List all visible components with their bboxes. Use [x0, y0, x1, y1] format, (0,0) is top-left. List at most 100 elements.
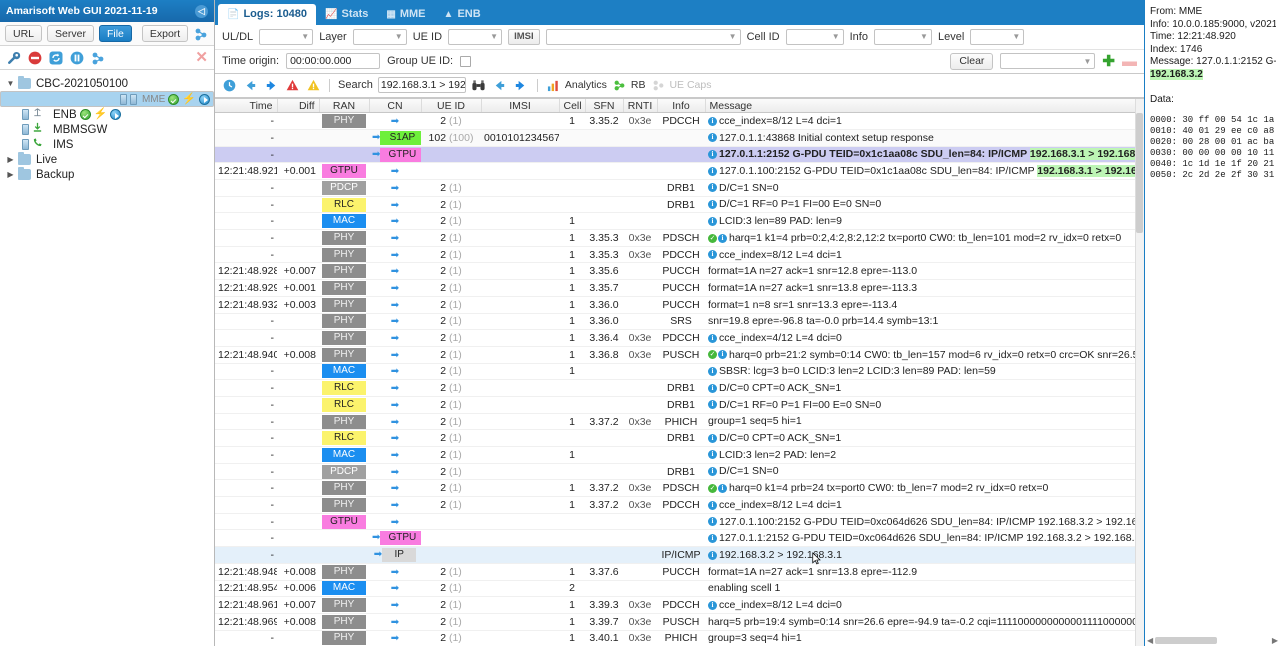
level-select[interactable]: ▼ [970, 28, 1025, 45]
detail-horizontal-scrollbar[interactable]: ◀ ▶ [1145, 634, 1280, 646]
close-icon[interactable]: ✕ [195, 50, 208, 65]
clock-icon[interactable] [221, 77, 237, 93]
binoculars-icon[interactable] [471, 77, 487, 93]
table-row[interactable]: - PHY ➡ 2 (1) 1 3.37.2 0x3e PDSCH ✓ i harq=0 k1=4 … [215, 479, 1143, 498]
table-row[interactable]: - MAC ➡ 2 (1) 1 i LCID:3 len=2 PAD: len=2 [215, 446, 1143, 464]
chevron-down-icon[interactable]: ▼ [6, 79, 15, 88]
scroll-thumb[interactable] [1136, 112, 1143, 233]
search-input[interactable]: 192.168.3.1 > 192.168. [377, 77, 466, 94]
file-button[interactable]: File [98, 25, 132, 42]
table-row[interactable]: - PHY ➡ 2 (1) 1 3.35.2 0x3e PDCCH i cce_index=8/1… [215, 112, 1143, 130]
table-row[interactable]: 12:21:48.921 +0.001 GTPU ➡ i 127.0.1.100:2152… [215, 162, 1143, 181]
warning-icon[interactable] [305, 77, 321, 93]
sidebar-item-mbmsgw[interactable]: MBMSGW [0, 122, 214, 137]
table-row[interactable]: - RLC ➡ 2 (1) DRB1 i D/C=0 CPT=0 ACK_SN=1 [215, 379, 1143, 397]
rb-button[interactable]: RB [612, 77, 645, 93]
table-row[interactable]: - ➡ IP IP/ICMP i 192.168.3.2 > 192.168.3.1 [215, 546, 1143, 564]
plus-icon[interactable]: ✚ [1102, 54, 1115, 69]
export-icon[interactable] [193, 26, 209, 42]
col-time[interactable]: Time [215, 98, 278, 114]
table-row[interactable]: - PDCP ➡ 2 (1) DRB1 i D/C=1 SN=0 [215, 179, 1143, 197]
url-button[interactable]: URL [5, 25, 43, 42]
scroll-left-icon[interactable]: ◀ [1145, 636, 1155, 645]
table-row[interactable]: - PHY ➡ 2 (1) 1 3.35.3 0x3e PDCCH i cce_index=8/1… [215, 246, 1143, 264]
table-row[interactable]: 12:21:48.932 +0.003 PHY ➡ 2 (1) 1 3.36.0 PUCCH f… [215, 296, 1143, 314]
col-cn[interactable]: CN [369, 98, 422, 114]
next-arrow-icon[interactable] [263, 77, 279, 93]
table-row[interactable]: 12:21:48.961 +0.007 PHY ➡ 2 (1) 1 3.39.3 0x3e PD… [215, 596, 1143, 614]
table-row[interactable]: - MAC ➡ 2 (1) 1 i SBSR: lcg=3 b=0 LCID:3 len=2… [215, 363, 1143, 381]
table-row[interactable]: - PHY ➡ 2 (1) 1 3.37.2 0x3e PHICH group=1 seq=5 … [215, 413, 1143, 431]
plug-icon[interactable] [90, 50, 106, 66]
wrench-icon[interactable] [6, 50, 22, 66]
chevron-right-icon[interactable]: ▶ [6, 170, 15, 179]
minus-icon[interactable]: ▬ [1122, 54, 1137, 69]
log-table-container[interactable]: Time Diff RAN CN UE ID IMSI Cell SFN RNT… [215, 97, 1144, 646]
tab-stats[interactable]: 📈 Stats [316, 4, 377, 25]
imsi-select[interactable]: ▼ [545, 28, 741, 45]
sidebar-item-enb[interactable]: ENB ⚡ [0, 107, 214, 122]
uldl-select[interactable]: ▼ [259, 28, 314, 45]
table-row[interactable]: - PHY ➡ 2 (1) 1 3.35.3 0x3e PDSCH ✓ i harq=1 k1=4 … [215, 229, 1143, 247]
sidebar-item-ims[interactable]: IMS [0, 137, 214, 152]
table-row[interactable]: 12:21:48.928 +0.007 PHY ➡ 2 (1) 1 3.35.6 PUCCH f… [215, 262, 1143, 281]
preset-select[interactable]: ▼ [1000, 53, 1096, 70]
error-icon[interactable] [284, 77, 300, 93]
scroll-thumb[interactable] [1155, 636, 1218, 644]
clear-button[interactable]: Clear [950, 52, 994, 70]
layer-select[interactable]: ▼ [352, 28, 407, 45]
chevron-left-icon[interactable]: ◁ [195, 4, 208, 18]
scroll-right-icon[interactable]: ▶ [1270, 636, 1280, 645]
table-row[interactable]: - PHY ➡ 2 (1) 1 3.37.2 0x3e PDCCH i cce_index=8/1… [215, 496, 1143, 514]
col-diff[interactable]: Diff [277, 98, 320, 114]
tree-node-backup[interactable]: ▶ Backup [0, 167, 214, 182]
table-row[interactable]: - MAC ➡ 2 (1) 1 i LCID:3 len=89 PAD: len=9 [215, 212, 1143, 231]
tree-node-live[interactable]: ▶ Live [0, 152, 214, 167]
col-cell[interactable]: Cell [559, 98, 586, 114]
time-origin-input[interactable]: 00:00:00.000 [286, 53, 381, 70]
table-row[interactable]: - ➡S1AP102 (100)001010123456789 i127.0.1.1… [215, 129, 1143, 147]
col-message[interactable]: Message [705, 98, 1143, 114]
col-rnti[interactable]: RNTI [623, 98, 658, 114]
table-row[interactable]: - PDCP ➡ 2 (1) DRB1 i D/C=1 SN=0 [215, 463, 1143, 481]
pause-icon[interactable] [69, 50, 85, 66]
export-button[interactable]: Export [141, 25, 189, 42]
tab-mme[interactable]: ▦ MME [377, 4, 434, 25]
table-row[interactable]: - ➡ GTPU i 127.0.1.1:2152 G-PDU TEID=0x1c1aa… [215, 146, 1143, 164]
table-row[interactable]: - PHY ➡ 2 (1) 1 3.36.4 0x3e PDCCH i cce_index=4/1… [215, 329, 1143, 347]
play-icon[interactable] [199, 93, 210, 105]
table-row[interactable]: - ➡ GTPU i 127.0.1.1:2152 G-PDU TEID=0xc064d… [215, 529, 1143, 548]
stop-icon[interactable] [27, 50, 43, 66]
col-sfn[interactable]: SFN [585, 98, 624, 114]
tree-node-cbc[interactable]: ▼ CBC-2021050100 [0, 76, 214, 91]
prev-arrow-icon[interactable] [242, 77, 258, 93]
play-icon[interactable] [110, 109, 122, 120]
tab-logs[interactable]: 📄 Logs: 10480 [218, 3, 317, 25]
table-row[interactable]: 12:21:48.940 +0.008 PHY ➡ 2 (1) 1 3.36.8 0x3e PU… [215, 346, 1143, 364]
table-row[interactable]: - PHY ➡ 2 (1) 1 3.36.0 SRS snr=19.8 epre=-96.8 … [215, 313, 1143, 331]
server-button[interactable]: Server [47, 25, 94, 42]
prev-match-icon[interactable] [492, 77, 508, 93]
table-row[interactable]: 12:21:48.969 +0.008 PHY ➡ 2 (1) 1 3.39.7 0x3e PU… [215, 613, 1143, 631]
table-row[interactable]: - RLC ➡ 2 (1) DRB1 i D/C=1 RF=0 P=1 FI=00 E=0 … [215, 396, 1143, 414]
sidebar-item-mme[interactable]: MME ⚡ [0, 91, 214, 107]
col-ran[interactable]: RAN [319, 98, 370, 114]
table-row[interactable]: - PHY ➡ 2 (1) 1 3.40.1 0x3e PHICH group=3 seq=4 … [215, 630, 1143, 646]
table-vertical-scrollbar[interactable] [1135, 98, 1144, 646]
tab-enb[interactable]: ▲ ENB [435, 4, 490, 25]
info-select[interactable]: ▼ [873, 28, 932, 45]
ueid-select[interactable]: ▼ [448, 28, 503, 45]
col-info[interactable]: Info [657, 98, 706, 114]
table-row[interactable]: - RLC ➡ 2 (1) DRB1 i D/C=0 CPT=0 ACK_SN=1 [215, 429, 1143, 448]
table-row[interactable]: 12:21:48.954 +0.006 MAC ➡ 2 (1) 2 enabling sce… [215, 580, 1143, 598]
analytics-button[interactable]: Analytics [546, 77, 607, 93]
next-match-icon[interactable] [513, 77, 529, 93]
chevron-right-icon[interactable]: ▶ [6, 155, 15, 164]
table-row[interactable]: - RLC ➡ 2 (1) DRB1 i D/C=1 RF=0 P=1 FI=00 E=0 … [215, 196, 1143, 214]
group-ueid-checkbox[interactable] [460, 55, 472, 67]
cellid-select[interactable]: ▼ [785, 28, 844, 45]
refresh-icon[interactable] [48, 50, 64, 66]
imsi-button[interactable]: IMSI [508, 28, 540, 45]
table-row[interactable]: - GTPU ➡ i 127.0.1.100:2152 G-PDU TEID=0xc06… [215, 513, 1143, 531]
col-imsi[interactable]: IMSI [481, 98, 560, 114]
